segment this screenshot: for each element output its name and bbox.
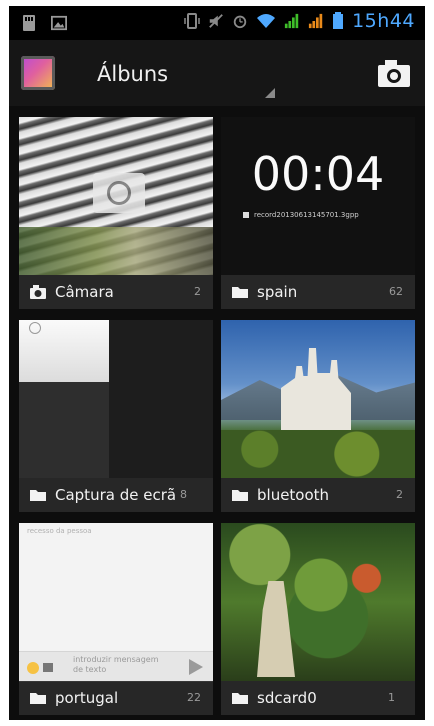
album-label: portugal 22 xyxy=(19,681,213,715)
keyboard-icon xyxy=(43,663,53,672)
album-label: bluetooth 2 xyxy=(221,478,415,512)
album-name: portugal xyxy=(55,689,119,707)
send-icon xyxy=(189,659,203,675)
album-tile-screenshots[interactable]: Captura de ecrã 8 xyxy=(19,320,213,512)
camera-icon xyxy=(30,285,46,299)
album-name: Captura de ecrã xyxy=(55,486,177,504)
album-thumbnail: 00:04 record20130613145701.3gpp xyxy=(221,117,415,275)
album-thumbnail xyxy=(19,320,213,478)
album-label: spain 62 xyxy=(221,275,415,309)
album-count: 62 xyxy=(389,285,403,298)
album-tile-spain[interactable]: 00:04 record20130613145701.3gpp spain 62 xyxy=(221,117,415,309)
alarm-icon xyxy=(233,15,247,29)
album-tile-sdcard0[interactable]: sdcard0 1 xyxy=(221,523,415,715)
folder-icon xyxy=(232,490,248,501)
album-name: Câmara xyxy=(55,283,114,301)
album-thumbnail xyxy=(221,320,415,478)
vibrate-icon xyxy=(184,13,200,29)
camera-overlay-icon xyxy=(93,173,145,213)
album-name: spain xyxy=(257,283,298,301)
album-label: Captura de ecrã 8 xyxy=(19,478,213,512)
album-count: 2 xyxy=(194,285,201,298)
gallery-app-icon[interactable] xyxy=(21,56,55,90)
album-tile-camara[interactable]: Câmara 2 xyxy=(19,117,213,309)
status-bar: 15h44 xyxy=(9,6,425,40)
sd-card-icon xyxy=(23,15,35,31)
clock: 15h44 xyxy=(352,10,415,32)
dropdown-indicator-icon[interactable] xyxy=(265,88,275,98)
wifi-icon xyxy=(257,14,276,28)
album-thumbnail xyxy=(19,117,213,275)
album-thumbnail xyxy=(221,523,415,681)
camera-icon[interactable] xyxy=(377,58,411,88)
album-name: sdcard0 xyxy=(257,689,317,707)
signal-icon xyxy=(284,13,299,29)
recording-time: 00:04 xyxy=(251,147,385,201)
signal-icon xyxy=(308,13,323,29)
page-title[interactable]: Álbuns xyxy=(97,62,168,86)
album-count: 2 xyxy=(396,488,403,501)
phone-screen: 15h44 Álbuns Câmara 2 00:04 record201306… xyxy=(9,6,425,720)
image-icon xyxy=(51,15,67,31)
album-tile-portugal[interactable]: recesso da pessoa introduzir mensagem de… xyxy=(19,523,213,715)
album-count: 22 xyxy=(187,691,201,704)
folder-icon xyxy=(232,287,248,298)
chat-input-placeholder: introduzir mensagem de texto xyxy=(73,655,159,674)
chat-header-text: recesso da pessoa xyxy=(27,527,92,535)
album-name: bluetooth xyxy=(257,486,330,504)
folder-icon xyxy=(30,693,46,704)
stop-icon xyxy=(243,212,249,218)
action-bar: Álbuns xyxy=(9,40,425,107)
album-label: sdcard0 1 xyxy=(221,681,415,715)
album-grid: Câmara 2 00:04 record20130613145701.3gpp… xyxy=(9,106,425,720)
folder-icon xyxy=(30,490,46,501)
mute-icon xyxy=(209,14,223,28)
emoji-icon xyxy=(27,662,39,674)
recording-filename: record20130613145701.3gpp xyxy=(243,211,359,219)
album-count: 1 xyxy=(388,691,395,704)
folder-icon xyxy=(232,693,248,704)
battery-icon xyxy=(333,12,344,29)
chat-compose-bar: introduzir mensagem de texto xyxy=(19,651,213,682)
album-label: Câmara 2 xyxy=(19,275,213,309)
album-count: 8 xyxy=(180,488,187,501)
album-tile-bluetooth[interactable]: bluetooth 2 xyxy=(221,320,415,512)
album-thumbnail: recesso da pessoa introduzir mensagem de… xyxy=(19,523,213,682)
